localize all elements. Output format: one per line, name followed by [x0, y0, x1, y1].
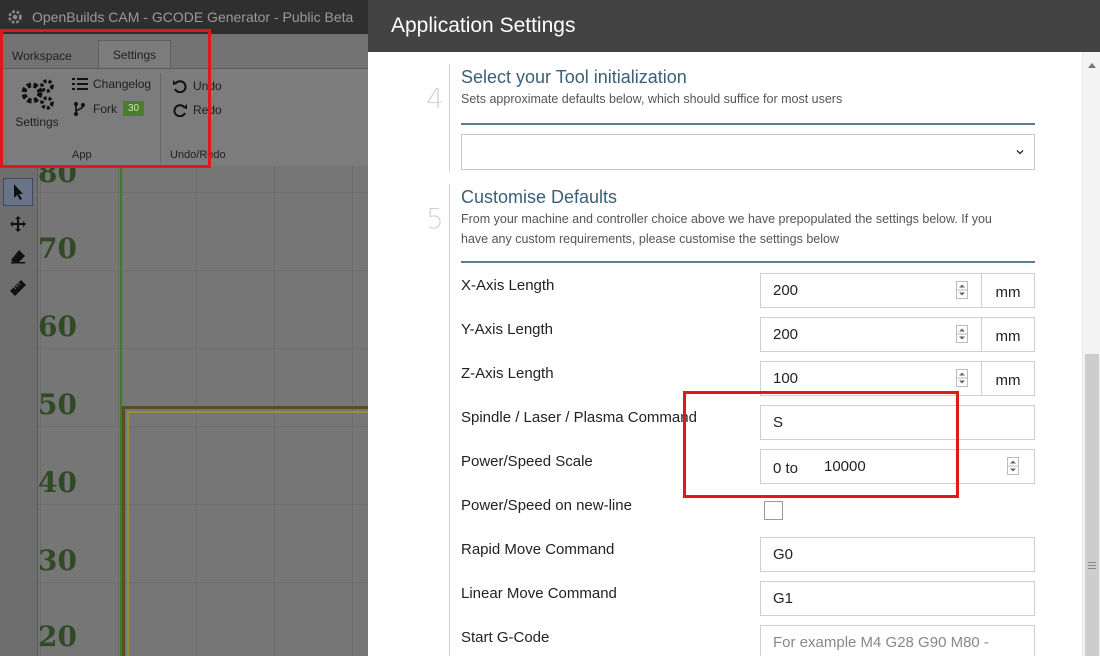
axis-label: 60	[38, 310, 77, 343]
settings-modal: Application Settings 4 Select your Tool …	[368, 0, 1100, 656]
section-rule	[461, 123, 1035, 125]
step-line	[449, 64, 450, 172]
chevron-down-icon	[1016, 150, 1024, 155]
x-axis-input[interactable]: 200	[760, 273, 982, 308]
modal-title: Application Settings	[368, 0, 1100, 52]
modal-body: 4 Select your Tool initialization Sets a…	[368, 52, 1100, 656]
rapid-move-label: Rapid Move Command	[461, 541, 615, 558]
start-gcode-placeholder: For example M4 G28 G90 M80 -	[773, 634, 989, 651]
move-arrows-icon	[10, 216, 26, 232]
linear-move-input[interactable]: G1	[760, 581, 1035, 616]
section-title: Customise Defaults	[461, 187, 618, 207]
x-axis-label: X-Axis Length	[461, 277, 555, 294]
y-axis-unit: mm	[982, 317, 1035, 352]
z-axis-spinner-icon[interactable]	[956, 369, 968, 387]
step-line	[449, 184, 450, 656]
spindle-command-label: Spindle / Laser / Plasma Command	[461, 409, 697, 426]
modal-scrollbar[interactable]	[1082, 52, 1100, 656]
start-gcode-label: Start G-Code	[461, 629, 550, 646]
ruler-icon	[10, 280, 26, 296]
left-toolbar	[0, 166, 38, 656]
power-newline-checkbox[interactable]	[764, 501, 783, 520]
eraser-tool-button[interactable]	[3, 242, 33, 270]
eraser-icon	[11, 250, 25, 264]
y-axis-spinner-icon[interactable]	[956, 325, 968, 343]
scrollbar-thumb[interactable]	[1085, 354, 1099, 656]
app-gear-icon	[8, 10, 22, 24]
rapid-move-value: G0	[773, 546, 794, 563]
axis-label: 20	[38, 620, 77, 653]
power-scale-spinner-icon[interactable]	[1007, 457, 1019, 475]
power-newline-label: Power/Speed on new-line	[461, 497, 632, 514]
y-axis-label: Y-Axis Length	[461, 321, 554, 338]
section-title: Select your Tool initialization	[461, 67, 687, 87]
highlight-box-settings	[683, 391, 959, 498]
axis-label: 70	[38, 232, 77, 265]
stock-outline	[122, 406, 368, 656]
measure-tool-button[interactable]	[3, 274, 33, 302]
workspace-canvas[interactable]: 80 70 60 50 40 30 20	[38, 166, 368, 656]
power-scale-label: Power/Speed Scale	[461, 453, 593, 470]
app-title: OpenBuilds CAM - GCODE Generator - Publi…	[32, 9, 354, 25]
axis-label: 30	[38, 544, 77, 577]
move-tool-button[interactable]	[3, 210, 33, 238]
tool-initialization-select[interactable]	[461, 134, 1035, 170]
highlight-box-ribbon	[0, 29, 211, 168]
section-subtitle-line1: From your machine and controller choice …	[461, 212, 992, 226]
linear-move-label: Linear Move Command	[461, 585, 617, 602]
x-axis-value: 200	[773, 282, 799, 299]
axis-label: 50	[38, 388, 77, 421]
z-axis-label: Z-Axis Length	[461, 365, 554, 382]
start-gcode-textarea[interactable]: For example M4 G28 G90 M80 -	[760, 625, 1035, 656]
scrollbar-grip-icon	[1088, 562, 1096, 569]
z-axis-value: 100	[773, 370, 799, 387]
x-axis-spinner-icon[interactable]	[956, 281, 968, 299]
z-axis-unit: mm	[982, 361, 1035, 396]
step-number: 4	[426, 82, 444, 115]
section-rule	[461, 261, 1035, 263]
section-subtitle: Sets approximate defaults below, which s…	[461, 92, 843, 106]
section-subtitle-line2: have any custom requirements, please cus…	[461, 232, 839, 246]
y-axis-input[interactable]: 200	[760, 317, 982, 352]
y-axis-value: 200	[773, 326, 799, 343]
x-axis-unit: mm	[982, 273, 1035, 308]
rapid-move-input[interactable]: G0	[760, 537, 1035, 572]
step-number: 5	[426, 202, 444, 235]
pointer-icon	[14, 184, 23, 200]
linear-move-value: G1	[773, 590, 794, 607]
select-tool-button[interactable]	[3, 178, 33, 206]
axis-label: 40	[38, 466, 77, 499]
scroll-up-arrow-icon[interactable]	[1088, 62, 1096, 68]
axis-label: 80	[38, 166, 77, 189]
